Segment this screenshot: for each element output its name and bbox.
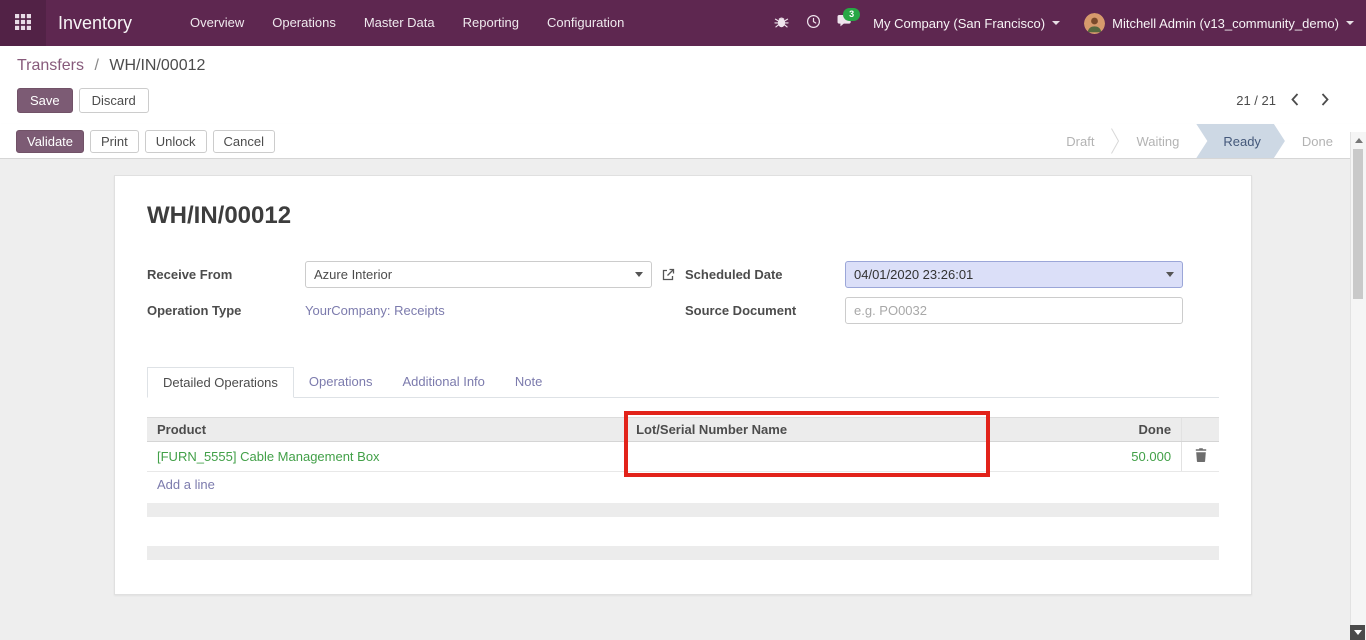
scroll-up-arrow-icon [1355, 138, 1363, 143]
scheduled-date-label-text: Scheduled Date [685, 267, 783, 282]
save-button[interactable]: Save [17, 88, 73, 113]
empty-row-stripe [147, 503, 1219, 517]
status-pipeline: Draft Waiting Ready Done [1049, 124, 1350, 158]
unlock-button[interactable]: Unlock [145, 130, 207, 153]
form-fields: Receive From Azure Interior Operation Ty… [147, 261, 1219, 333]
breadcrumb-current: WH/IN/00012 [109, 57, 205, 74]
done-cell[interactable]: 50.000 [987, 449, 1181, 464]
scheduled-date-value: 04/01/2020 23:26:01 [854, 267, 973, 282]
status-done[interactable]: Done [1285, 124, 1350, 158]
company-menu[interactable]: My Company (San Francisco) [861, 0, 1072, 46]
tab-additional-info[interactable]: Additional Info [388, 367, 500, 397]
header-done: Done [987, 418, 1181, 441]
scheduled-date-label: Scheduled Date [660, 267, 845, 282]
receive-from-value: Azure Interior [314, 267, 392, 282]
operation-type-label: Operation Type [147, 303, 305, 318]
record-title: WH/IN/00012 [147, 202, 1219, 230]
add-a-line-link[interactable]: Add a line [147, 477, 225, 492]
discard-button[interactable]: Discard [79, 88, 149, 113]
breadcrumb: Transfers / WH/IN/00012 [17, 57, 1350, 75]
vertical-scrollbar[interactable] [1350, 132, 1366, 640]
status-waiting[interactable]: Waiting [1119, 124, 1196, 158]
company-menu-label: My Company (San Francisco) [873, 16, 1045, 31]
page: Inventory Overview Operations Master Dat… [0, 0, 1366, 640]
form-statusbar: Validate Print Unlock Cancel Draft Waiti… [0, 124, 1366, 159]
trash-icon [1195, 448, 1207, 465]
app-name[interactable]: Inventory [58, 13, 132, 34]
scroll-up-button[interactable] [1351, 132, 1366, 148]
chevron-left-icon [1291, 93, 1299, 109]
internal-link-icon[interactable] [661, 268, 675, 282]
table-header-row: Product Lot/Serial Number Name Done [147, 417, 1219, 442]
top-navbar: Inventory Overview Operations Master Dat… [0, 0, 1366, 46]
scroll-down-button[interactable] [1350, 625, 1365, 640]
operation-type-value[interactable]: YourCompany: Receipts [305, 303, 445, 318]
source-document-input[interactable] [845, 297, 1183, 324]
receive-from-label: Receive From [147, 267, 305, 282]
chevron-down-icon [1052, 21, 1060, 25]
chevron-separator-icon [1111, 128, 1119, 154]
tab-operations[interactable]: Operations [294, 367, 388, 397]
control-panel: Transfers / WH/IN/00012 Save Discard 21 … [0, 46, 1366, 124]
apps-menu-button[interactable] [0, 0, 46, 46]
status-ready[interactable]: Ready [1196, 124, 1285, 158]
apps-grid-icon [15, 14, 31, 33]
menu-reporting[interactable]: Reporting [449, 0, 533, 46]
form-view-area: WH/IN/00012 Receive From Azure Interior … [0, 159, 1366, 640]
validate-button[interactable]: Validate [16, 130, 84, 153]
navbar-right: 3 My Company (San Francisco) Mitchell Ad… [765, 0, 1366, 46]
clock-icon [806, 14, 821, 32]
empty-row-stripe [147, 546, 1219, 560]
form-sheet: WH/IN/00012 Receive From Azure Interior … [114, 175, 1252, 595]
pager-previous-button[interactable] [1284, 91, 1306, 111]
header-lot-serial: Lot/Serial Number Name [626, 418, 987, 441]
receive-from-select[interactable]: Azure Interior [305, 261, 652, 288]
top-menu: Overview Operations Master Data Reportin… [176, 0, 638, 46]
user-menu[interactable]: Mitchell Admin (v13_community_demo) [1072, 0, 1366, 46]
chevron-down-icon [1166, 272, 1174, 277]
print-button[interactable]: Print [90, 130, 139, 153]
user-avatar [1084, 13, 1105, 34]
cancel-button[interactable]: Cancel [213, 130, 275, 153]
breadcrumb-transfers-link[interactable]: Transfers [17, 57, 84, 74]
status-draft[interactable]: Draft [1049, 124, 1111, 158]
messages-count-badge: 3 [843, 8, 860, 21]
breadcrumb-separator: / [94, 57, 98, 74]
notebook-tabs: Detailed Operations Operations Additiona… [147, 367, 1219, 398]
product-cell[interactable]: [FURN_5555] Cable Management Box [147, 449, 626, 464]
chevron-down-icon [1346, 21, 1354, 25]
activities-button[interactable] [797, 0, 829, 46]
scheduled-date-input[interactable]: 04/01/2020 23:26:01 [845, 261, 1183, 288]
scrollbar-thumb[interactable] [1353, 149, 1363, 299]
table-row: [FURN_5555] Cable Management Box 50.000 [147, 442, 1219, 472]
chevron-down-icon [635, 272, 643, 277]
user-menu-label: Mitchell Admin (v13_community_demo) [1112, 16, 1339, 31]
scroll-down-arrow-icon [1354, 630, 1362, 635]
tab-note[interactable]: Note [500, 367, 557, 397]
bug-icon [774, 14, 789, 32]
pager-next-button[interactable] [1314, 91, 1336, 111]
chevron-right-icon [1321, 93, 1329, 109]
delete-row-button[interactable] [1195, 448, 1207, 465]
messages-button[interactable]: 3 [829, 0, 861, 46]
debug-mode-button[interactable] [765, 0, 797, 46]
header-product: Product [147, 418, 626, 441]
menu-configuration[interactable]: Configuration [533, 0, 638, 46]
header-actions [1181, 418, 1219, 441]
pager-value: 21 / 21 [1236, 93, 1276, 108]
source-document-label: Source Document [660, 303, 845, 318]
tab-detailed-operations[interactable]: Detailed Operations [147, 367, 294, 398]
menu-overview[interactable]: Overview [176, 0, 258, 46]
detailed-operations-table: Product Lot/Serial Number Name Done [FUR… [147, 417, 1219, 560]
add-line-row: Add a line [147, 472, 1219, 496]
menu-operations[interactable]: Operations [258, 0, 350, 46]
menu-master-data[interactable]: Master Data [350, 0, 449, 46]
